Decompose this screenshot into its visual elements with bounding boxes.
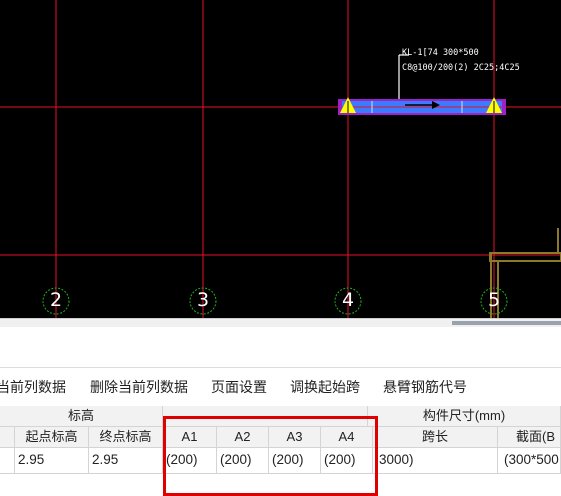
cell-section[interactable]: (300*500 (498, 448, 561, 474)
header-start-elevation[interactable]: 起点标高 (15, 427, 89, 448)
axis-label-4: 4 (341, 289, 355, 311)
axis-label-2: 2 (49, 289, 63, 311)
header-span-length[interactable]: 跨长 (373, 427, 498, 448)
beam-span-table: 标高 构件尺寸(mm) 起点标高 终点标高 A1 A2 A3 A4 跨长 截面(… (0, 406, 561, 489)
table-toolbar: 当前列数据 删除当前列数据 页面设置 调换起始跨 悬臂钢筋代号 (0, 367, 561, 407)
header-group-elevation: 标高 (0, 406, 163, 427)
header-a3[interactable]: A3 (269, 427, 321, 448)
header-a2[interactable]: A2 (217, 427, 269, 448)
cell-a2[interactable]: (200) (217, 448, 269, 474)
header-end-elevation[interactable]: 终点标高 (89, 427, 163, 448)
header-a4[interactable]: A4 (321, 427, 373, 448)
delete-current-column-button[interactable]: 删除当前列数据 (90, 377, 188, 397)
cell-a1[interactable]: (200) (163, 448, 217, 474)
insert-current-column-button[interactable]: 当前列数据 (0, 377, 66, 397)
axis-label-3: 3 (196, 289, 210, 311)
header-row-index (0, 427, 15, 448)
cell-end-elevation[interactable]: 2.95 (89, 448, 163, 474)
splitter-grip[interactable] (452, 321, 561, 325)
beam-label-line2: C8@100/200(2) 2C25;4C25 (402, 63, 520, 73)
cell-start-elevation[interactable]: 2.95 (15, 448, 89, 474)
panel-header-area (0, 327, 561, 367)
row-index-cell (0, 448, 15, 474)
page-settings-button[interactable]: 页面设置 (211, 377, 267, 397)
beam-kl1[interactable] (338, 97, 506, 115)
cad-canvas[interactable]: KL-1[74 300*500 C8@100/200(2) 2C25;4C25 … (0, 0, 561, 318)
wall-outline (489, 252, 561, 262)
panel-splitter[interactable] (0, 318, 561, 327)
header-group-blank (163, 406, 368, 427)
axis-label-5: 5 (487, 289, 501, 311)
cell-a3[interactable]: (200) (269, 448, 321, 474)
header-section[interactable]: 截面(B (498, 427, 561, 448)
header-group-size: 构件尺寸(mm) (368, 406, 561, 427)
swap-start-span-button[interactable]: 调换起始跨 (290, 377, 360, 397)
cell-span-length[interactable]: 3000) (373, 448, 498, 474)
cantilever-rebar-code-button[interactable]: 悬臂钢筋代号 (383, 377, 467, 397)
beam-label-line1: KL-1[74 300*500 (402, 48, 479, 58)
cell-a4[interactable]: (200) (321, 448, 373, 474)
header-a1[interactable]: A1 (163, 427, 217, 448)
